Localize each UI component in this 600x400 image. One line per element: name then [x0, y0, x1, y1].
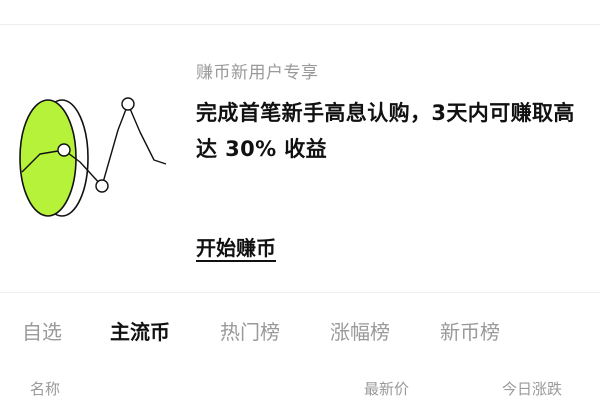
tab-new-listings[interactable]: 新币榜: [440, 314, 500, 350]
tab-mainstream[interactable]: 主流币: [110, 314, 170, 350]
column-change-today[interactable]: 今日涨跌: [502, 378, 562, 399]
column-last-price[interactable]: 最新价: [364, 378, 409, 399]
top-divider: [0, 24, 600, 25]
promo-headline: 完成首笔新手高息认购，3天内可赚取高达 30% 收益: [196, 101, 575, 161]
market-list-header: 名称 最新价 今日涨跌: [0, 374, 600, 400]
tab-favorites[interactable]: 自选: [22, 314, 62, 350]
earn-promo-and-market-page: 赚币新用户专享 完成首笔新手高息认购，3天内可赚取高达 30% 收益 开始赚币 …: [0, 0, 600, 400]
start-earning-link[interactable]: 开始赚币: [196, 232, 276, 261]
tab-hot[interactable]: 热门榜: [220, 314, 280, 350]
tab-gainers[interactable]: 涨幅榜: [330, 314, 390, 350]
coin-chart-illustration-icon: [18, 96, 172, 220]
promo-subtitle: 赚币新用户专享: [196, 63, 319, 83]
column-name[interactable]: 名称: [30, 378, 60, 399]
market-tabs: 自选 主流币 热门榜 涨幅榜 新币榜: [0, 314, 600, 350]
section-divider: [0, 292, 600, 293]
